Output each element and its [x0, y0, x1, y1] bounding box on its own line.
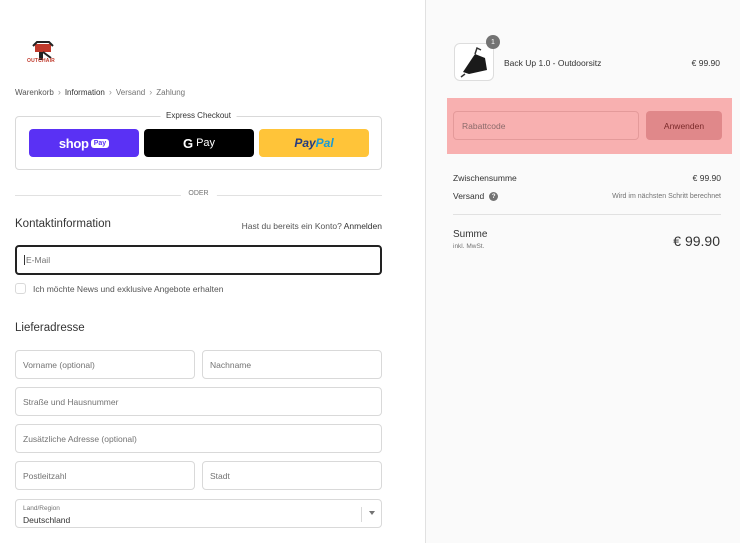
shop-pay-button[interactable]: shop Pay: [29, 129, 139, 157]
express-checkout: Express Checkout shop Pay G Pay PayPal: [15, 111, 382, 170]
product-name: Back Up 1.0 - Outdoorsitz: [504, 58, 602, 68]
newsletter-option[interactable]: Ich möchte News und exklusive Angebote e…: [15, 283, 223, 294]
shop-pay-text: shop: [58, 135, 89, 151]
street-placeholder: Straße und Hausnummer: [23, 396, 119, 407]
chair-icon: [460, 46, 487, 78]
or-divider-text: ODER: [180, 190, 217, 197]
paypal-text-2: Pal: [315, 136, 334, 150]
newsletter-label: Ich möchte News und exklusive Angebote e…: [33, 283, 224, 294]
chevron-right-icon: ›: [149, 87, 153, 97]
summary-divider: [453, 214, 721, 215]
country-select[interactable]: Land/Region Deutschland: [15, 499, 382, 528]
first-name-placeholder: Vorname (optional): [23, 359, 95, 370]
country-value: Deutschland: [23, 515, 71, 525]
total-label: Summe: [453, 229, 488, 240]
subtotal-label: Zwischensumme: [453, 173, 517, 183]
zip-field[interactable]: Postleitzahl: [15, 461, 195, 490]
paypal-logo: PayPal: [294, 136, 333, 150]
email-placeholder: E-Mail: [26, 255, 51, 265]
shipping-cost-label: Versand: [453, 191, 485, 201]
paypal-button[interactable]: PayPal: [259, 129, 369, 157]
quantity-badge: 1: [486, 35, 500, 49]
shipping-cost-label-wrap: Versand?: [453, 191, 499, 202]
shipping-row: Versand? Wird im nächsten Schritt berech…: [453, 191, 721, 202]
breadcrumb: Warenkorb › Information › Versand › Zahl…: [15, 87, 185, 97]
newsletter-checkbox[interactable]: [15, 283, 26, 294]
breadcrumb-cart[interactable]: Warenkorb: [15, 88, 54, 97]
address2-field[interactable]: Zusätzliche Adresse (optional): [15, 424, 382, 453]
product-price: € 99.90: [691, 58, 720, 68]
breadcrumb-information: Information: [64, 87, 105, 97]
product-thumbnail: [454, 43, 494, 81]
address2-placeholder: Zusätzliche Adresse (optional): [23, 433, 137, 444]
total-value: € 99.90: [673, 233, 720, 249]
discount-code-input[interactable]: Rabattcode: [453, 111, 639, 140]
google-icon: G: [182, 135, 194, 151]
total-tax-note: inkl. MwSt.: [453, 243, 485, 250]
shipping-cost-value: Wird im nächsten Schritt berechnet: [612, 192, 721, 200]
subtotal-value: € 99.90: [692, 173, 721, 183]
logo-wordmark: OUTCHAIR: [27, 58, 55, 64]
first-name-field[interactable]: Vorname (optional): [15, 350, 195, 379]
subtotal-row: Zwischensumme € 99.90: [453, 173, 721, 183]
help-icon[interactable]: ?: [489, 192, 499, 202]
order-summary: 1 Back Up 1.0 - Outdoorsitz € 99.90 Raba…: [425, 0, 740, 543]
or-divider: ODER: [15, 190, 382, 200]
login-prompt: Hast du bereits ein Konto?: [241, 221, 342, 231]
select-divider: [361, 507, 362, 522]
login-link[interactable]: Anmelden: [344, 221, 382, 231]
email-field[interactable]: E-Mail: [15, 245, 382, 275]
checkout-main: OUTCHAIR Warenkorb › Information › Versa…: [0, 0, 425, 543]
chevron-right-icon: ›: [57, 87, 61, 97]
country-label: Land/Region: [23, 505, 60, 512]
chevron-right-icon: ›: [108, 87, 112, 97]
apply-discount-button[interactable]: Anwenden: [646, 111, 722, 140]
login-hint: Hast du bereits ein Konto? Anmelden: [242, 221, 382, 231]
last-name-placeholder: Nachname: [210, 359, 252, 370]
breadcrumb-payment: Zahlung: [156, 87, 186, 97]
text-caret: [24, 255, 25, 265]
paypal-text-1: Pay: [294, 136, 316, 150]
street-field[interactable]: Straße und Hausnummer: [15, 387, 382, 416]
shipping-title: Lieferadresse: [15, 322, 85, 334]
breadcrumb-shipping: Versand: [115, 87, 146, 97]
last-name-field[interactable]: Nachname: [202, 350, 382, 379]
google-pay-button[interactable]: G Pay: [144, 129, 254, 157]
city-placeholder: Stadt: [210, 470, 230, 481]
google-pay-text: Pay: [196, 137, 216, 149]
zip-placeholder: Postleitzahl: [23, 470, 67, 481]
city-field[interactable]: Stadt: [202, 461, 382, 490]
contact-title: Kontaktinformation: [15, 218, 111, 230]
discount-placeholder: Rabattcode: [462, 120, 506, 131]
express-checkout-title: Express Checkout: [160, 111, 237, 120]
chevron-down-icon: [369, 511, 375, 515]
discount-section: Rabattcode Anwenden: [447, 98, 732, 154]
shop-pay-badge: Pay: [90, 138, 110, 148]
